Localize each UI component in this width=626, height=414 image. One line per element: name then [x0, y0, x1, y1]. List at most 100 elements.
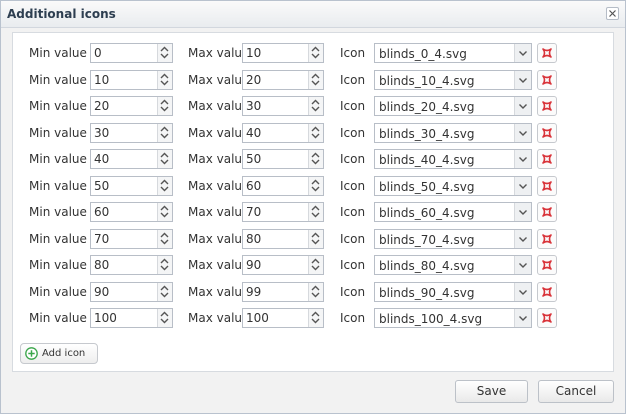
min-value-input[interactable] — [91, 177, 156, 195]
max-value-input[interactable] — [243, 230, 308, 248]
icon-select-dropdown-button[interactable] — [514, 97, 531, 115]
min-value-spinner[interactable] — [157, 256, 172, 274]
max-value-input[interactable] — [243, 44, 308, 62]
min-value-stepper[interactable] — [90, 149, 173, 169]
icon-select[interactable]: blinds_30_4.svg — [374, 123, 532, 143]
min-value-stepper[interactable] — [90, 96, 173, 116]
max-value-stepper[interactable] — [242, 229, 324, 249]
icon-select[interactable]: blinds_20_4.svg — [374, 96, 532, 116]
save-button[interactable]: Save — [455, 380, 528, 403]
max-value-stepper[interactable] — [242, 176, 324, 196]
icon-select-dropdown-button[interactable] — [514, 256, 531, 274]
min-value-input[interactable] — [91, 44, 156, 62]
delete-row-button[interactable] — [537, 255, 557, 275]
min-value-input[interactable] — [91, 150, 156, 168]
icon-select[interactable]: blinds_70_4.svg — [374, 229, 532, 249]
min-value-input[interactable] — [91, 230, 156, 248]
max-value-input[interactable] — [243, 150, 308, 168]
delete-row-button[interactable] — [537, 202, 557, 222]
delete-row-button[interactable] — [537, 96, 557, 116]
min-value-input[interactable] — [91, 283, 156, 301]
max-value-stepper[interactable] — [242, 149, 324, 169]
max-value-stepper[interactable] — [242, 202, 324, 222]
min-value-spinner[interactable] — [157, 44, 172, 62]
max-value-stepper[interactable] — [242, 282, 324, 302]
min-value-input[interactable] — [91, 256, 156, 274]
delete-row-button[interactable] — [537, 282, 557, 302]
min-value-stepper[interactable] — [90, 308, 173, 328]
icon-select-dropdown-button[interactable] — [514, 203, 531, 221]
max-value-spinner[interactable] — [308, 150, 323, 168]
min-value-input[interactable] — [91, 71, 156, 89]
delete-row-button[interactable] — [537, 70, 557, 90]
min-value-spinner[interactable] — [157, 309, 172, 327]
max-value-spinner[interactable] — [308, 203, 323, 221]
max-value-input[interactable] — [243, 203, 308, 221]
min-value-spinner[interactable] — [157, 177, 172, 195]
icon-select[interactable]: blinds_80_4.svg — [374, 255, 532, 275]
icon-select-dropdown-button[interactable] — [514, 309, 531, 327]
max-value-input[interactable] — [243, 256, 308, 274]
max-value-stepper[interactable] — [242, 96, 324, 116]
max-value-spinner[interactable] — [308, 309, 323, 327]
max-value-spinner[interactable] — [308, 97, 323, 115]
min-value-stepper[interactable] — [90, 43, 173, 63]
min-value-stepper[interactable] — [90, 202, 173, 222]
max-value-input[interactable] — [243, 71, 308, 89]
delete-row-button[interactable] — [537, 123, 557, 143]
max-value-spinner[interactable] — [308, 177, 323, 195]
delete-row-button[interactable] — [537, 176, 557, 196]
icon-select-dropdown-button[interactable] — [514, 44, 531, 62]
max-value-input[interactable] — [243, 177, 308, 195]
min-value-stepper[interactable] — [90, 176, 173, 196]
max-value-input[interactable] — [243, 283, 308, 301]
max-value-spinner[interactable] — [308, 71, 323, 89]
delete-row-button[interactable] — [537, 308, 557, 328]
close-button[interactable] — [606, 7, 619, 20]
add-icon-button[interactable]: Add icon — [20, 343, 98, 364]
icon-select-dropdown-button[interactable] — [514, 150, 531, 168]
max-value-stepper[interactable] — [242, 255, 324, 275]
min-value-stepper[interactable] — [90, 70, 173, 90]
max-value-spinner[interactable] — [308, 283, 323, 301]
min-value-stepper[interactable] — [90, 255, 173, 275]
max-value-spinner[interactable] — [308, 256, 323, 274]
min-value-stepper[interactable] — [90, 123, 173, 143]
max-value-spinner[interactable] — [308, 124, 323, 142]
max-value-spinner[interactable] — [308, 44, 323, 62]
icon-select-dropdown-button[interactable] — [514, 230, 531, 248]
min-value-input[interactable] — [91, 124, 156, 142]
min-value-spinner[interactable] — [157, 283, 172, 301]
icon-select[interactable]: blinds_50_4.svg — [374, 176, 532, 196]
icon-select-dropdown-button[interactable] — [514, 283, 531, 301]
min-value-spinner[interactable] — [157, 97, 172, 115]
delete-row-button[interactable] — [537, 43, 557, 63]
delete-row-button[interactable] — [537, 149, 557, 169]
icon-select-dropdown-button[interactable] — [514, 124, 531, 142]
icon-select[interactable]: blinds_0_4.svg — [374, 43, 532, 63]
icon-select-dropdown-button[interactable] — [514, 71, 531, 89]
cancel-button[interactable]: Cancel — [538, 380, 614, 403]
max-value-stepper[interactable] — [242, 123, 324, 143]
min-value-spinner[interactable] — [157, 150, 172, 168]
icon-select[interactable]: blinds_10_4.svg — [374, 70, 532, 90]
min-value-spinner[interactable] — [157, 230, 172, 248]
min-value-input[interactable] — [91, 97, 156, 115]
min-value-spinner[interactable] — [157, 71, 172, 89]
min-value-stepper[interactable] — [90, 282, 173, 302]
icon-select[interactable]: blinds_40_4.svg — [374, 149, 532, 169]
max-value-input[interactable] — [243, 309, 308, 327]
dialog-titlebar[interactable]: Additional icons — [1, 1, 625, 28]
icon-select[interactable]: blinds_100_4.svg — [374, 308, 532, 328]
max-value-input[interactable] — [243, 97, 308, 115]
min-value-input[interactable] — [91, 203, 156, 221]
min-value-spinner[interactable] — [157, 203, 172, 221]
min-value-input[interactable] — [91, 309, 156, 327]
icon-select[interactable]: blinds_60_4.svg — [374, 202, 532, 222]
max-value-stepper[interactable] — [242, 308, 324, 328]
max-value-input[interactable] — [243, 124, 308, 142]
max-value-stepper[interactable] — [242, 70, 324, 90]
icon-select[interactable]: blinds_90_4.svg — [374, 282, 532, 302]
min-value-spinner[interactable] — [157, 124, 172, 142]
min-value-stepper[interactable] — [90, 229, 173, 249]
